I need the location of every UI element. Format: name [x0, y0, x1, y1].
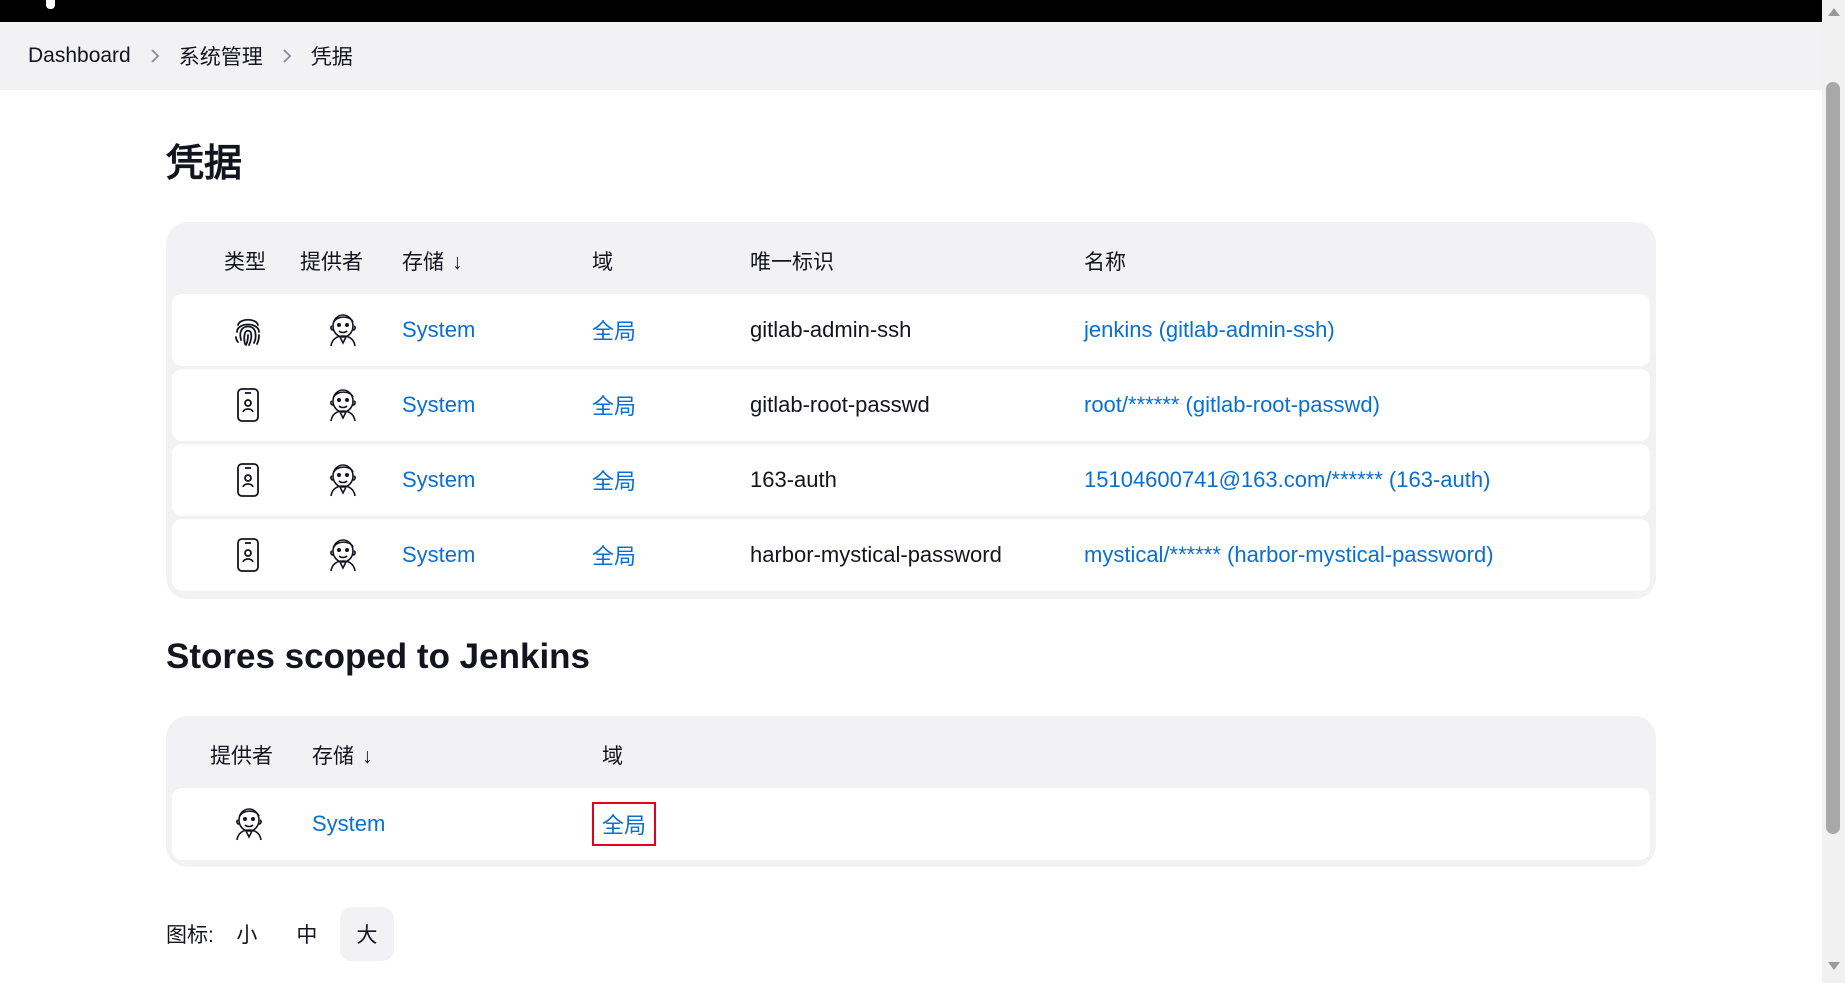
- credential-id: gitlab-root-passwd: [750, 392, 930, 417]
- credential-name-link[interactable]: 15104600741@163.com/****** (163-auth): [1084, 444, 1490, 516]
- table-row: System 全局 gitlab-admin-ssh jenkins (gitl…: [172, 294, 1650, 366]
- breadcrumb: Dashboard 系统管理 凭据: [0, 22, 1822, 90]
- chevron-right-icon: [263, 47, 311, 65]
- breadcrumb-credentials[interactable]: 凭据: [311, 41, 353, 71]
- chevron-right-icon: [131, 47, 179, 65]
- phone-badge-icon: [232, 444, 264, 516]
- credential-id: harbor-mystical-password: [750, 542, 1002, 567]
- scroll-down-icon[interactable]: [1828, 962, 1840, 970]
- store-link[interactable]: System: [402, 369, 475, 441]
- table-row: System 全局 gitlab-root-passwd root/******…: [172, 369, 1650, 441]
- table-row: System 全局 163-auth 15104600741@163.com/*…: [172, 444, 1650, 516]
- icon-size-small[interactable]: 小: [220, 907, 274, 961]
- page-title: 凭据: [166, 143, 243, 185]
- sort-down-icon: ↓: [362, 745, 373, 768]
- store-link[interactable]: System: [402, 444, 475, 516]
- table-header: 类型 提供者 存储 ↓ 域 唯一标识 名称: [172, 222, 1650, 294]
- credential-name-link[interactable]: root/****** (gitlab-root-passwd): [1084, 369, 1380, 441]
- col-store[interactable]: 存储 ↓: [402, 246, 463, 276]
- domain-link[interactable]: 全局: [592, 294, 636, 366]
- table-row: System 全局 harbor-mystical-password mysti…: [172, 519, 1650, 591]
- domain-link[interactable]: 全局: [592, 444, 636, 516]
- table-row: System 全局: [172, 788, 1650, 860]
- jenkins-icon: [232, 788, 266, 860]
- phone-badge-icon: [232, 369, 264, 441]
- domain-link[interactable]: 全局: [592, 519, 636, 591]
- breadcrumb-system-manage[interactable]: 系统管理: [179, 41, 263, 71]
- credential-id: 163-auth: [750, 467, 837, 492]
- col-domain: 域: [592, 251, 613, 274]
- fingerprint-icon: [232, 294, 264, 366]
- jenkins-icon: [326, 294, 360, 366]
- col-provider: 提供者: [210, 745, 273, 768]
- credential-name-link[interactable]: mystical/****** (harbor-mystical-passwor…: [1084, 519, 1494, 591]
- vertical-scrollbar[interactable]: [1822, 0, 1845, 983]
- domain-cell: 全局: [592, 788, 657, 860]
- col-name: 名称: [1084, 251, 1126, 274]
- scroll-up-icon[interactable]: [1828, 8, 1840, 16]
- store-link[interactable]: System: [402, 519, 475, 591]
- credential-name-link[interactable]: jenkins (gitlab-admin-ssh): [1084, 294, 1335, 366]
- stores-section-title: Stores scoped to Jenkins: [166, 637, 591, 676]
- col-id: 唯一标识: [750, 251, 834, 274]
- domain-link[interactable]: 全局: [592, 802, 657, 846]
- jenkins-icon: [326, 444, 360, 516]
- col-domain: 域: [602, 745, 623, 768]
- scroll-thumb[interactable]: [1826, 82, 1840, 834]
- store-link[interactable]: System: [312, 788, 385, 860]
- credentials-table: 类型 提供者 存储 ↓ 域 唯一标识 名称 System 全局 gitlab-a…: [166, 222, 1656, 599]
- breadcrumb-dashboard[interactable]: Dashboard: [28, 44, 131, 68]
- icon-size-large[interactable]: 大: [339, 907, 394, 961]
- icon-size-medium[interactable]: 中: [280, 907, 334, 961]
- jenkins-icon: [326, 519, 360, 591]
- icon-size-label: 图标:: [166, 924, 214, 947]
- col-store[interactable]: 存储 ↓: [312, 740, 373, 770]
- col-provider: 提供者: [300, 251, 363, 274]
- domain-link[interactable]: 全局: [592, 369, 636, 441]
- icon-size-selector: 图标: 小 中 大: [166, 906, 394, 962]
- store-link[interactable]: System: [402, 294, 475, 366]
- jenkins-icon: [326, 369, 360, 441]
- table-header: 提供者 存储 ↓ 域: [172, 716, 1650, 788]
- window-top-bar: [0, 0, 1822, 22]
- credential-id: gitlab-admin-ssh: [750, 317, 912, 342]
- sort-down-icon: ↓: [452, 251, 463, 274]
- logo-fragment: [46, 0, 55, 9]
- stores-table: 提供者 存储 ↓ 域 System 全局: [166, 716, 1656, 867]
- phone-badge-icon: [232, 519, 264, 591]
- col-type: 类型: [224, 251, 266, 274]
